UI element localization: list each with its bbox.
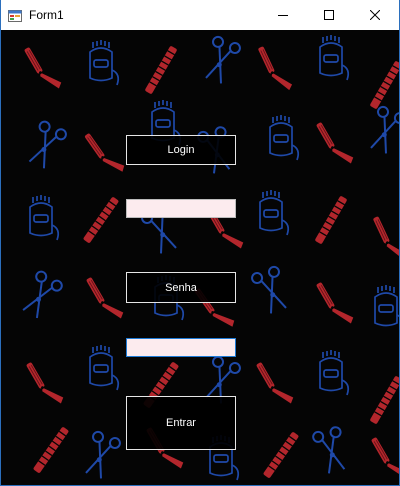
minimize-button[interactable] [260,0,306,30]
close-button[interactable] [352,0,398,30]
password-label: Senha [126,272,236,303]
enter-button[interactable]: Entrar [126,396,236,450]
window-title: Form1 [29,8,64,22]
close-icon [370,10,380,20]
maximize-button[interactable] [306,0,352,30]
password-input[interactable] [126,338,236,357]
minimize-icon [278,15,288,16]
enter-button-label: Entrar [166,417,196,429]
form1-window: Form1 Login Senha Entrar [0,0,400,486]
login-label: Login [126,135,236,165]
login-input[interactable] [126,199,236,218]
maximize-icon [324,10,334,20]
form-client-area: Login Senha Entrar [1,30,399,485]
login-label-text: Login [167,144,195,156]
title-bar[interactable]: Form1 [1,0,399,30]
form-app-icon [8,9,22,22]
password-label-text: Senha [165,281,197,294]
